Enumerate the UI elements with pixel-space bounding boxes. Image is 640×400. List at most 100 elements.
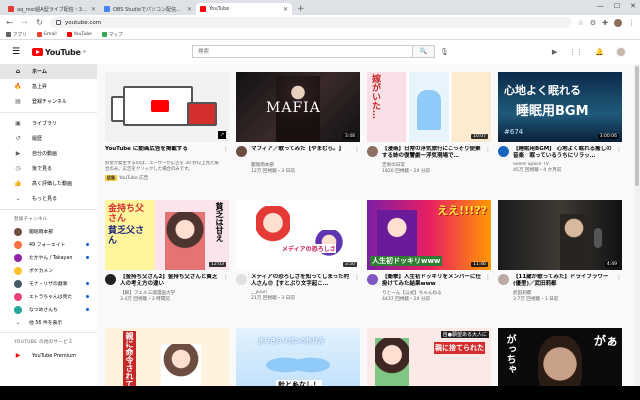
tab-close-icon[interactable]: ✕ xyxy=(187,6,192,13)
youtube-logo[interactable]: YouTube JP xyxy=(32,48,86,57)
search-button[interactable]: 🔍 xyxy=(413,45,435,58)
more-options-icon[interactable]: ⋮ xyxy=(223,146,229,194)
bookmark-item[interactable]: Gmail xyxy=(36,32,57,37)
video-thumbnail[interactable]: メディアの恐ろしさ 3:50 xyxy=(236,200,360,270)
video-thumbnail[interactable]: きらきらリボンの作り方 針と糸なし！ xyxy=(236,328,360,386)
maximize-icon[interactable]: ☐ xyxy=(614,2,620,10)
channel-avatar[interactable] xyxy=(105,274,116,285)
subscription-item[interactable]: なつめさんち xyxy=(0,303,97,316)
channel-avatar[interactable] xyxy=(498,274,509,285)
video-card[interactable]: ええ!!!?? 人生初ドッキリwww 11:46 【衝撃】人生初ドッキリをメンバーに仕… xyxy=(367,200,491,322)
url-input[interactable]: youtube.com xyxy=(50,17,572,28)
video-card[interactable]: きらきらリボンの作り方 針と糸なし！ xyxy=(236,328,360,386)
bookmark-item[interactable]: マップ xyxy=(101,32,122,38)
video-title[interactable]: マフィア／歌ってみた【やまむら。】 xyxy=(251,146,350,160)
apps-grid-icon[interactable]: ⋮⋮ xyxy=(569,48,583,56)
video-card[interactable]: 親に命令されて xyxy=(105,328,229,386)
create-video-icon[interactable]: ▶ xyxy=(552,48,557,56)
subscription-item[interactable]: 49 フォーエイト xyxy=(0,238,97,251)
sidebar-item[interactable]: 👍 高く評価した動画 xyxy=(0,176,97,191)
video-title[interactable]: 【11歳が歌ってみた】ドライフラワー(優里)／武田莉都 xyxy=(513,274,612,288)
video-thumbnail[interactable]: 4:49 xyxy=(498,200,622,270)
channel-avatar[interactable] xyxy=(367,274,378,285)
scrollbar[interactable] xyxy=(634,64,640,386)
menu-icon[interactable]: ⋮ xyxy=(628,19,635,27)
video-title[interactable]: 【漫画】日常の浮気旅行にこっそり便乗する姉の復讐劇ー浮気現場で… xyxy=(382,146,481,160)
video-thumbnail[interactable]: がっちゃ がぁ xyxy=(498,328,622,386)
tab-close-icon[interactable]: ✕ xyxy=(91,6,96,13)
star-icon[interactable]: ☆ xyxy=(578,19,584,27)
video-thumbnail[interactable]: 自●願望ある大人に 親に捨てられた xyxy=(367,328,491,386)
minimize-icon[interactable]: — xyxy=(597,2,604,10)
sidebar-item[interactable]: ◷ 後で見る xyxy=(0,161,97,176)
video-title[interactable]: 【衝撃】人生初ドッキリをメンバーに仕掛けてみた結果www xyxy=(382,274,481,288)
external-link-icon[interactable]: ↗ xyxy=(218,131,226,139)
close-window-icon[interactable]: ✕ xyxy=(630,2,636,10)
video-thumbnail[interactable]: 金持ち父さん 貧乏父さん 貧乏は甘え 12:03 xyxy=(105,200,229,270)
microphone-icon[interactable]: 🎙 xyxy=(440,48,449,56)
tab-close-icon[interactable]: ✕ xyxy=(283,6,288,13)
subscription-item[interactable]: 闇堀雨本部 xyxy=(0,225,97,238)
video-title[interactable]: 【睡眠用BGM】 心地よく眠れる癒しの音楽 眠っているうちにリラッ… xyxy=(513,146,612,160)
more-options-icon[interactable]: ⋮ xyxy=(616,146,622,194)
subscription-item[interactable]: ポケカメン xyxy=(0,264,97,277)
puzzle-icon[interactable]: ✚ xyxy=(602,19,608,27)
video-title[interactable]: 【金持ち父さん2】金持ち父さんと貧乏人の考え方の違い xyxy=(120,274,219,288)
more-options-icon[interactable]: ⋮ xyxy=(354,146,360,194)
sidebar-item-premium[interactable]: ▶ YouTube Premium xyxy=(0,348,97,363)
video-thumbnail[interactable]: 親に命令されて xyxy=(105,328,229,386)
video-thumbnail[interactable]: ええ!!!?? 人生初ドッキリwww 11:46 xyxy=(367,200,491,270)
more-options-icon[interactable]: ⋮ xyxy=(354,274,360,322)
sidebar-item[interactable]: ⌂ ホーム xyxy=(0,64,97,79)
more-options-icon[interactable]: ⋮ xyxy=(616,274,622,322)
video-thumbnail[interactable]: 嫁がいた… 10:07 xyxy=(367,72,491,142)
video-thumbnail[interactable]: MAFIA 3:48 xyxy=(236,72,360,142)
channel-name[interactable]: YouTube 広告 xyxy=(119,176,148,181)
subscription-item[interactable]: エトラちゃんは見た xyxy=(0,290,97,303)
channel-avatar[interactable] xyxy=(236,274,247,285)
forward-icon[interactable]: → xyxy=(20,18,29,27)
video-card[interactable]: メディアの恐ろしさ 3:50 メディアの恐ろしさを知ってしまった村人さん😨【すとぷり… xyxy=(236,200,360,322)
video-card[interactable]: がっちゃ がぁ xyxy=(498,328,622,386)
video-title[interactable]: メディアの恐ろしさを知ってしまった村人さん😨【すとぷり文字起こ… xyxy=(251,274,350,288)
video-card[interactable]: 4:49 【11歳が歌ってみた】ドライフラワー(優里)／武田莉都 武田莉都 3.7万 … xyxy=(498,200,622,322)
search-input[interactable] xyxy=(192,45,413,58)
bookmark-item[interactable]: アプリ xyxy=(6,32,27,38)
more-options-icon[interactable]: ⋮ xyxy=(223,274,229,322)
hamburger-menu-icon[interactable]: ☰ xyxy=(12,47,26,57)
video-title[interactable]: YouTube に動画広告を掲載する xyxy=(105,146,219,160)
channel-avatar[interactable] xyxy=(498,146,509,157)
sidebar-item[interactable]: ↺ 履歴 xyxy=(0,131,97,146)
bookmark-item[interactable]: YouTube xyxy=(66,32,92,37)
video-card[interactable]: MAFIA 3:48 マフィア／歌ってみた【やまむら。】 闇堀雨本部 12万 回視聴・3… xyxy=(236,72,360,194)
scrollbar-thumb[interactable] xyxy=(635,66,639,186)
video-card[interactable]: 自●願望ある大人に 親に捨てられた xyxy=(367,328,491,386)
reload-icon[interactable]: ↻ xyxy=(35,18,44,27)
subscription-item[interactable]: ⌄ 他 56 件を表示 xyxy=(0,316,97,329)
sidebar-item[interactable]: ▤ 登録チャンネル xyxy=(0,94,97,109)
sidebar-item[interactable]: 🔥 急上昇 xyxy=(0,79,97,94)
more-options-icon[interactable]: ⋮ xyxy=(485,146,491,194)
more-options-icon[interactable]: ⋮ xyxy=(485,274,491,322)
extension-icon[interactable]: ⚙ xyxy=(590,19,596,27)
new-tab-button[interactable]: + xyxy=(292,3,310,15)
subscription-item[interactable]: たかやん / Takayan xyxy=(0,251,97,264)
video-card[interactable]: ↗ YouTube に動画広告を掲載する 料金が発生するのは、ユーザーが広告を 30… xyxy=(105,72,229,194)
back-icon[interactable]: ← xyxy=(5,18,14,27)
profile-icon[interactable] xyxy=(614,18,622,27)
browser-tab-2[interactable]: OBS Studioでパソコン配信した ✕ xyxy=(100,3,196,15)
video-card[interactable]: 嫁がいた… 10:07 【漫画】日常の浮気旅行にこっそり便乗する姉の復讐劇ー浮気現場… xyxy=(367,72,491,194)
browser-tab-1[interactable]: aq_msr超A型ライブ配信・3511 ✕ xyxy=(4,3,100,15)
video-card[interactable]: 心地よく眠れる 睡眠用BGM #674 3:00:06 【睡眠用BGM】 心地よく眠れる… xyxy=(498,72,622,194)
video-thumbnail[interactable]: ↗ xyxy=(105,72,229,142)
channel-avatar[interactable] xyxy=(367,146,378,157)
subscription-item[interactable]: モナ・リザの戯事 xyxy=(0,277,97,290)
sidebar-item[interactable]: ▣ ライブラリ xyxy=(0,116,97,131)
sidebar-item[interactable]: ▶ 自分の動画 xyxy=(0,146,97,161)
video-card[interactable]: 金持ち父さん 貧乏父さん 貧乏は甘え 12:03 【金持ち父さん2】金持ち父さんと貧乏人… xyxy=(105,200,229,322)
account-avatar[interactable] xyxy=(616,47,626,57)
notifications-bell-icon[interactable]: 🔔 xyxy=(595,48,604,56)
channel-avatar[interactable] xyxy=(236,146,247,157)
browser-tab-3[interactable]: YouTube ✕ xyxy=(196,3,292,15)
sidebar-item[interactable]: ⌄ もっと見る xyxy=(0,191,97,206)
